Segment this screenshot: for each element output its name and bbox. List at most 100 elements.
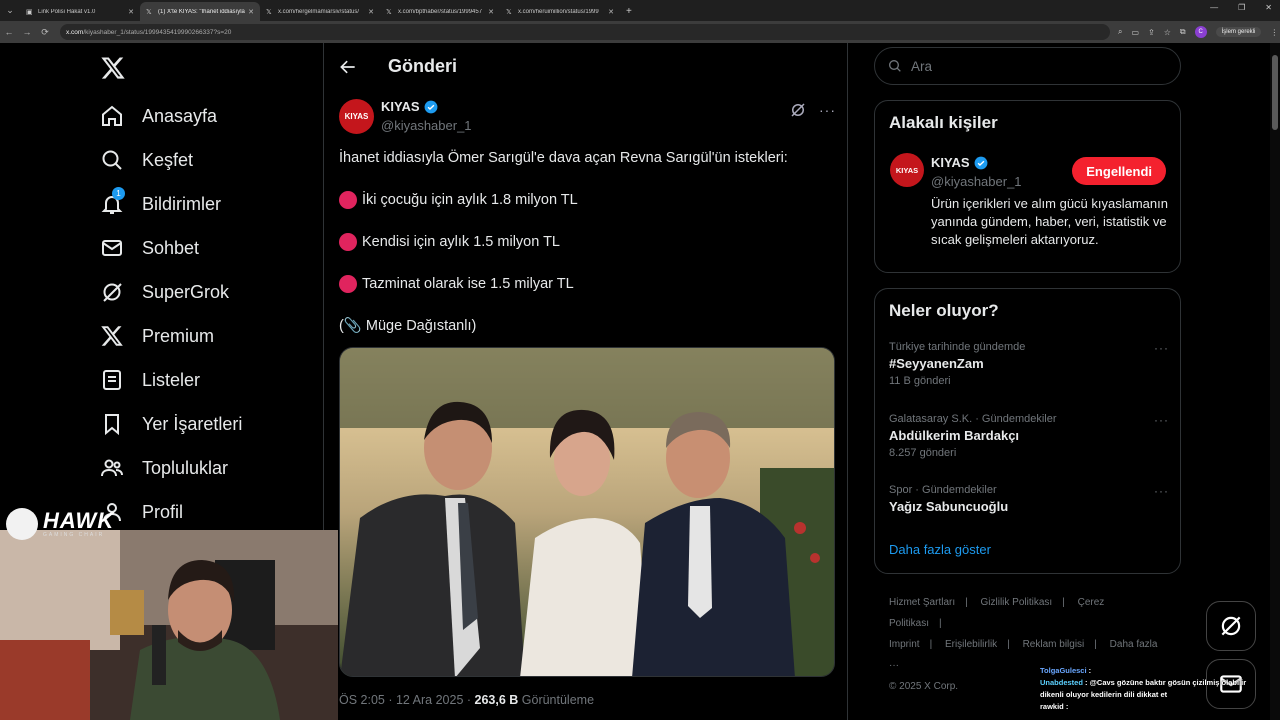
more-options-icon[interactable]: ···	[1154, 413, 1169, 427]
cast-icon[interactable]: ▭	[1131, 28, 1139, 37]
x-icon	[101, 326, 123, 346]
sidebar-item-premium[interactable]: Premium	[100, 316, 214, 356]
right-sidebar: Ara Alakalı kişiler KIYAS KIYAS @kiyasha…	[874, 43, 1184, 720]
url-input[interactable]: x.com/kiyashaber_1/status/19994354199902…	[60, 24, 1110, 40]
chat-message: rawkid :	[1040, 702, 1069, 711]
grok-icon[interactable]	[789, 101, 807, 119]
browser-address-bar: ← → ⟳ x.com/kiyashaber_1/status/19994354…	[0, 21, 1280, 43]
close-window-icon[interactable]: ✕	[1265, 3, 1272, 12]
webcam-overlay	[0, 530, 338, 720]
close-tab-icon[interactable]: ✕	[248, 8, 254, 16]
notification-badge: 1	[112, 187, 125, 200]
forward-nav-icon[interactable]: →	[18, 27, 36, 37]
list-item: İki çocuğu için aylık 1.8 milyon TL	[339, 190, 578, 210]
grok-fab-button[interactable]	[1206, 601, 1256, 651]
trend-item[interactable]: Spor · Gündemdekiler Yağız Sabuncuoğlu ·…	[889, 484, 1169, 514]
more-options-icon[interactable]: ···	[1154, 341, 1169, 355]
page-scrollbar[interactable]	[1270, 43, 1280, 720]
view-count: 263,6 B	[474, 693, 519, 707]
back-nav-icon[interactable]: ←	[0, 27, 18, 37]
author-handle[interactable]: @kiyashaber_1	[381, 118, 472, 133]
browser-tab-strip: ⌄ ▣ Link Polisi Hakat v1.0 ✕ 𝕏 (1) X'te KIY…	[0, 0, 1280, 21]
list-item: Tazminat olarak ise 1.5 milyar TL	[339, 274, 574, 294]
related-name[interactable]: KIYAS	[931, 155, 988, 170]
browser-tab[interactable]: 𝕏x.com/bpthaber/status/1999457 ✕	[380, 2, 500, 21]
scrollbar-thumb[interactable]	[1272, 55, 1278, 130]
extensions-icon[interactable]: ⧉	[1180, 27, 1186, 37]
browser-tab-active[interactable]: 𝕏 (1) X'te KIYAS: "İhanet iddiasıyla ✕	[140, 2, 260, 21]
related-avatar[interactable]: KIYAS	[890, 153, 924, 187]
red-circle-icon	[339, 191, 357, 209]
sidebar-item-bookmarks[interactable]: Yer İşaretleri	[100, 404, 242, 444]
blocked-button[interactable]: Engellendi	[1072, 157, 1166, 185]
post-photo[interactable]	[339, 347, 835, 677]
related-people-card: Alakalı kişiler KIYAS KIYAS @kiyashaber_…	[874, 100, 1181, 273]
trend-item[interactable]: Türkiye tarihinde gündemde #SeyyanenZam …	[889, 341, 1169, 387]
window-controls: — ❐ ✕	[1210, 3, 1272, 12]
page-title: Gönderi	[388, 56, 458, 76]
star-icon[interactable]: ☆	[1164, 28, 1171, 37]
footer-link[interactable]: Gizlilik Politikası	[981, 597, 1053, 608]
card-title: Alakalı kişiler	[889, 113, 998, 132]
profile-avatar[interactable]: C	[1194, 26, 1207, 38]
more-options-icon[interactable]: ···	[1154, 484, 1169, 498]
x-favicon-icon: 𝕏	[386, 8, 392, 16]
copyright: © 2025 X Corp.	[889, 681, 959, 692]
new-tab-button[interactable]: +	[626, 2, 632, 21]
browser-menu-icon[interactable]: ⋮	[1270, 28, 1278, 37]
footer-link[interactable]: Erişilebilirlik	[945, 639, 997, 650]
minimize-icon[interactable]: —	[1210, 3, 1218, 12]
search-icon	[102, 150, 122, 170]
reload-icon[interactable]: ⟳	[36, 27, 54, 38]
grok-icon	[1221, 616, 1241, 636]
page-header: Gönderi	[324, 43, 847, 90]
footer-link[interactable]: Imprint	[889, 639, 920, 650]
related-handle[interactable]: @kiyashaber_1	[931, 174, 1022, 189]
sidebar-item-supergrok[interactable]: SuperGrok	[100, 272, 229, 312]
sidebar-item-chat[interactable]: Sohbet	[100, 228, 199, 268]
sidebar-item-communities[interactable]: Topluluklar	[100, 448, 228, 488]
verified-badge-icon	[424, 100, 437, 113]
x-favicon-icon: 𝕏	[146, 8, 152, 16]
browser-tab[interactable]: 𝕏x.com/heruimillion/status/1999 ✕	[500, 2, 620, 21]
verified-badge-icon	[974, 156, 987, 169]
search-input[interactable]: Ara	[874, 47, 1181, 85]
chat-message: TolgaGulesci :	[1040, 666, 1092, 675]
red-circle-icon	[339, 275, 357, 293]
share-icon[interactable]: ⇪	[1148, 28, 1155, 37]
footer-link[interactable]: Reklam bilgisi	[1023, 639, 1085, 650]
people-icon	[101, 459, 123, 477]
tab-search-icon[interactable]: ⌄	[0, 0, 20, 21]
sidebar-item-lists[interactable]: Listeler	[100, 360, 200, 400]
author-avatar[interactable]: KIYAS	[339, 99, 374, 134]
trends-card: Neler oluyor? Türkiye tarihinde gündemde…	[874, 288, 1181, 574]
author-name[interactable]: KIYAS	[381, 99, 438, 114]
photo-three-people	[340, 348, 834, 676]
zoom-icon[interactable]: ⌕	[1118, 27, 1122, 37]
hawk-logo-icon	[6, 508, 38, 540]
footer-link[interactable]: Hizmet Şartları	[889, 597, 955, 608]
mail-icon	[102, 240, 122, 256]
more-options-icon[interactable]: ···	[819, 102, 836, 118]
sidebar-item-explore[interactable]: Keşfet	[100, 140, 193, 180]
action-required-chip[interactable]: İşlem gerekli	[1215, 27, 1262, 37]
show-more-link[interactable]: Daha fazla göster	[889, 542, 991, 557]
close-tab-icon[interactable]: ✕	[608, 8, 614, 16]
sidebar-item-home[interactable]: Anasayfa	[100, 96, 217, 136]
close-tab-icon[interactable]: ✕	[128, 8, 134, 16]
back-arrow-icon[interactable]	[338, 57, 358, 77]
card-title: Neler oluyor?	[889, 301, 999, 320]
browser-tab[interactable]: 𝕏x.com/hergelmamiarsiv/status/✕	[260, 2, 380, 21]
browser-tab[interactable]: ▣ Link Polisi Hakat v1.0 ✕	[20, 2, 140, 21]
x-logo-icon[interactable]	[100, 55, 126, 81]
trend-item[interactable]: Galatasaray S.K. · Gündemdekiler Abdülke…	[889, 413, 1169, 459]
related-bio: Ürün içerikleri ve alım gücü kıyaslamanı…	[931, 196, 1168, 247]
maximize-icon[interactable]: ❐	[1238, 3, 1245, 12]
close-tab-icon[interactable]: ✕	[368, 8, 374, 16]
sidebar-item-notifications[interactable]: 1 Bildirimler	[100, 184, 221, 224]
x-favicon-icon: 𝕏	[266, 8, 272, 16]
close-tab-icon[interactable]: ✕	[488, 8, 494, 16]
grok-icon	[103, 283, 122, 302]
stream-chat-overlay: TolgaGulesci : Unabdested : @Cavs gözüne…	[1040, 665, 1270, 713]
webcam-feed-image	[0, 530, 338, 720]
